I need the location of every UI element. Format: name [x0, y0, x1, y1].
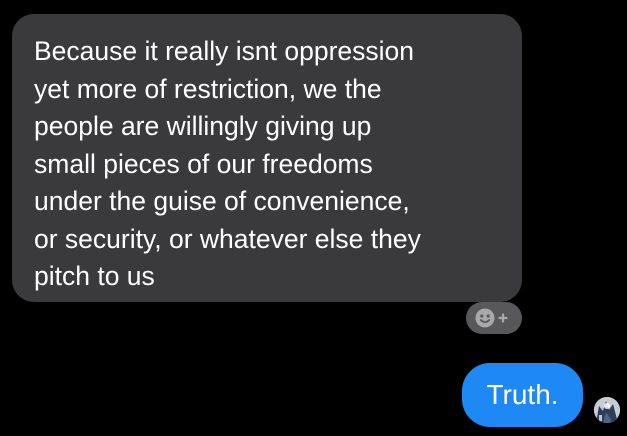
add-reaction-icon [475, 308, 508, 328]
outgoing-message-text: Truth. [486, 379, 559, 410]
user-avatar-icon [594, 397, 620, 423]
avatar[interactable] [594, 397, 620, 423]
incoming-message-bubble[interactable]: Because it really isnt oppression yet mo… [12, 14, 522, 302]
incoming-message-line: under the guise of convenience, [34, 186, 410, 216]
incoming-message-line: small pieces of our freedoms [34, 148, 373, 179]
incoming-message-text: Because it really isnt oppression yet mo… [34, 33, 502, 296]
add-reaction-button[interactable] [466, 302, 522, 334]
incoming-message-line: yet more of restriction, we the [34, 73, 382, 104]
incoming-message-line: pitch to us [34, 261, 155, 291]
incoming-message-line: people are willingly giving up [34, 111, 372, 141]
incoming-message-line: Because it really isnt oppression [34, 36, 415, 66]
incoming-message-line: or security, or whatever else they [34, 223, 421, 254]
outgoing-message-bubble[interactable]: Truth. [462, 363, 583, 427]
